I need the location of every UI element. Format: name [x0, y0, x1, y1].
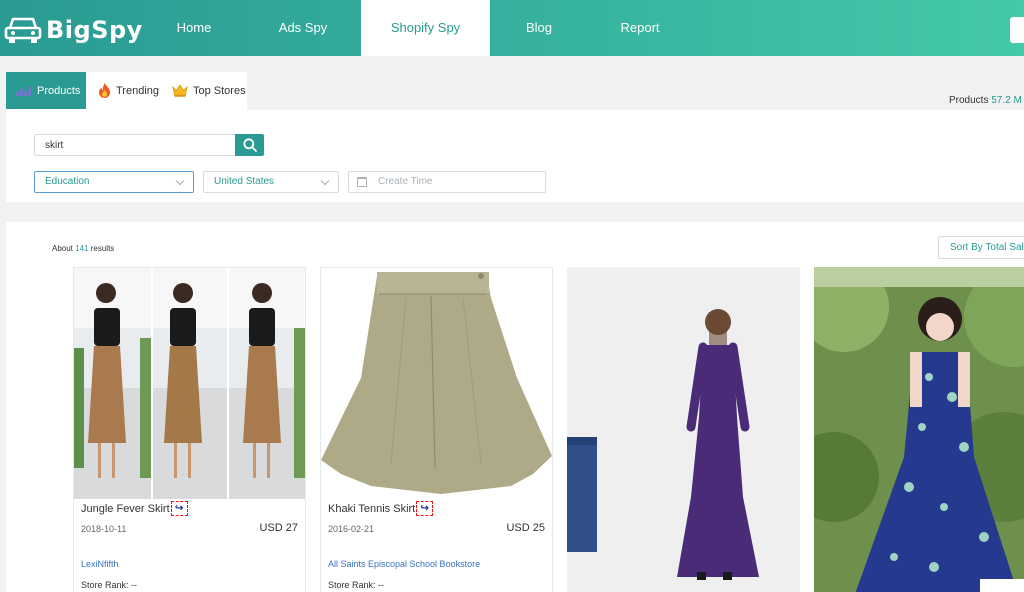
product-image[interactable]	[814, 267, 1024, 592]
product-title-text: Jungle Fever Skirt	[81, 502, 170, 515]
product-image[interactable]	[567, 267, 800, 592]
car-logo-icon	[4, 17, 42, 43]
results-count: About 141 results	[52, 244, 114, 253]
product-photo	[74, 268, 305, 499]
sort-dropdown[interactable]: Sort By Total Sales	[938, 236, 1024, 259]
product-card[interactable]: Khaki Tennis Skirt ↪ 2016-02-21 USD 25 A…	[320, 267, 553, 592]
store-rank: Store Rank: --	[81, 580, 138, 590]
results-number: 141	[75, 244, 89, 253]
crown-icon	[172, 84, 188, 97]
bigspy-logo[interactable]: BigSpy	[4, 14, 143, 46]
bar-chart-icon	[16, 86, 31, 96]
brand-name: BigSpy	[46, 16, 143, 44]
results-prefix: About	[52, 244, 73, 253]
share-arrow-icon[interactable]: ↪	[416, 501, 434, 516]
nav-home[interactable]: Home	[154, 0, 234, 56]
product-date: 2018-10-11	[81, 524, 127, 534]
search-icon	[242, 138, 257, 152]
results-suffix: results	[90, 244, 115, 253]
product-photo	[567, 267, 800, 592]
search-input[interactable]	[34, 134, 236, 156]
nav-ads-spy[interactable]: Ads Spy	[263, 0, 343, 56]
share-arrow-icon[interactable]: ↪	[170, 501, 188, 516]
product-card[interactable]	[567, 267, 800, 592]
tab-products-label: Products	[37, 84, 81, 97]
fire-icon	[99, 83, 110, 98]
product-price: USD 25	[506, 522, 545, 534]
tab-trending[interactable]: Trending	[94, 72, 168, 109]
top-navigation-bar: BigSpy Home Ads Spy Shopify Spy Blog Rep…	[0, 0, 1024, 56]
country-select-value: United States	[214, 176, 275, 187]
product-card[interactable]: Jungle Fever Skirt ↪ 2018-10-11 USD 27 L…	[73, 267, 306, 592]
tab-top-stores-label: Top Stores	[193, 84, 246, 97]
category-select-value: Education	[45, 176, 90, 187]
product-photo	[814, 267, 1024, 592]
nav-blog[interactable]: Blog	[509, 0, 569, 56]
product-photo	[321, 268, 552, 499]
product-title[interactable]: Jungle Fever Skirt ↪	[81, 501, 188, 516]
store-link[interactable]: All Saints Episcopal School Bookstore	[328, 559, 480, 569]
product-card[interactable]	[814, 267, 1024, 592]
header-action-button[interactable]	[1010, 17, 1024, 43]
search-button[interactable]	[235, 134, 264, 156]
create-time-placeholder: Create Time	[378, 176, 433, 187]
create-time-picker[interactable]: Create Time	[348, 171, 546, 193]
country-select[interactable]: United States	[203, 171, 339, 193]
product-price: USD 27	[259, 522, 298, 534]
product-title[interactable]: Khaki Tennis Skirt ↪	[328, 501, 434, 516]
product-title-text: Khaki Tennis Skirt	[328, 502, 416, 515]
products-total: Products 57.2 M	[949, 95, 1022, 106]
calendar-icon	[357, 177, 367, 187]
tab-products[interactable]: Products	[6, 72, 86, 109]
nav-shopify-spy[interactable]: Shopify Spy	[361, 0, 490, 56]
store-link[interactable]: LexiNfifth	[81, 559, 119, 569]
chevron-down-icon	[175, 176, 185, 186]
tab-trending-label: Trending	[116, 84, 160, 97]
shopify-spy-tabs: Products Trending Top Stores	[6, 72, 247, 110]
product-date: 2016-02-21	[328, 524, 375, 534]
products-total-label: Products	[949, 95, 989, 106]
nav-report[interactable]: Report	[610, 0, 670, 56]
category-select[interactable]: Education	[34, 171, 194, 193]
store-rank: Store Rank: --	[328, 580, 385, 590]
tab-top-stores[interactable]: Top Stores	[172, 72, 247, 109]
product-image[interactable]	[74, 268, 305, 499]
products-total-count: 57.2 M	[991, 95, 1022, 106]
product-image[interactable]	[321, 268, 552, 499]
chevron-down-icon	[320, 176, 330, 186]
